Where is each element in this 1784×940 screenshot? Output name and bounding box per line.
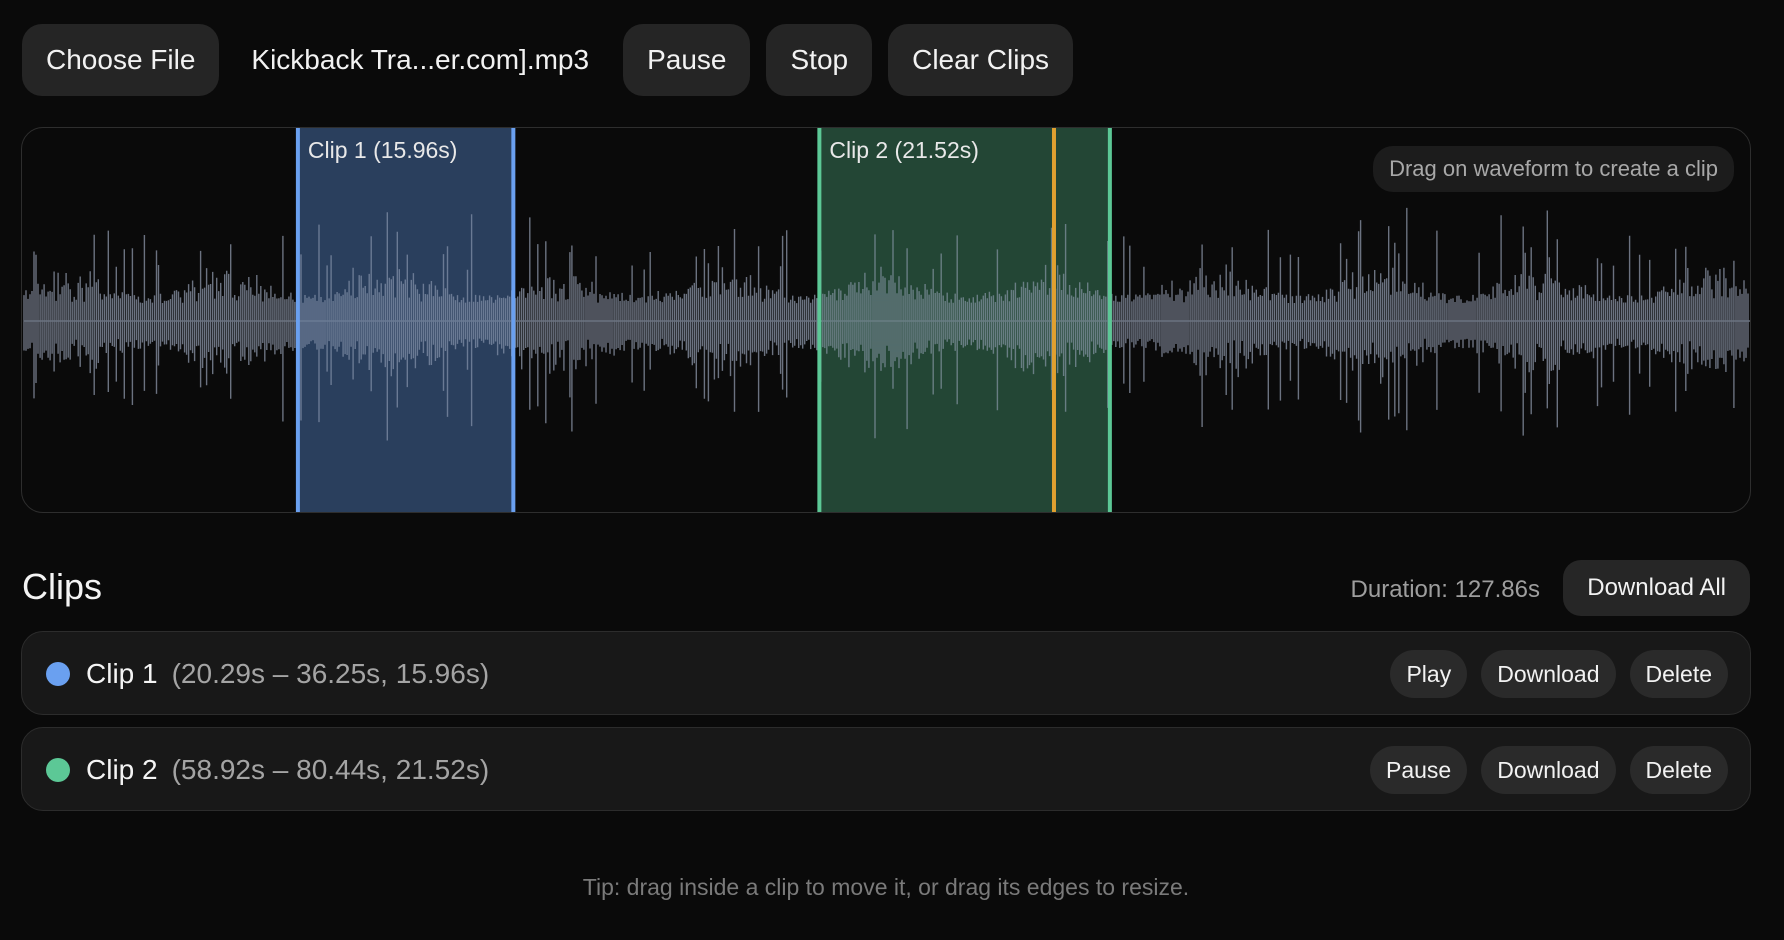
download-all-button[interactable]: Download All	[1563, 560, 1750, 616]
clip-delete-button[interactable]: Delete	[1629, 650, 1728, 698]
toolbar: Choose File Kickback Tra...er.com].mp3 P…	[22, 24, 1074, 96]
clip-name: Clip 1	[86, 658, 158, 689]
clips-title: Clips	[22, 566, 103, 607]
clips-header: Clips Duration: 127.86s Download All	[22, 560, 1750, 616]
clip-2-end-handle[interactable]	[1107, 128, 1112, 513]
clip-download-button[interactable]: Download	[1481, 746, 1616, 794]
file-name-label: Kickback Tra...er.com].mp3	[251, 44, 590, 75]
clip-label-2: Clip 2 (21.52s)	[829, 137, 979, 163]
clip-pause-button[interactable]: Pause	[1370, 746, 1468, 794]
clip-range: (58.92s – 80.44s, 21.52s)	[171, 754, 490, 785]
clip-play-button[interactable]: Play	[1390, 650, 1468, 698]
clip-color-dot	[46, 662, 70, 686]
clip-row-1: Clip 1 (20.29s – 36.25s, 15.96s) Play Dow…	[21, 631, 1751, 715]
clip-range: (20.29s – 36.25s, 15.96s)	[171, 658, 490, 689]
clip-1-end-handle[interactable]	[511, 128, 516, 513]
clip-1-start-handle[interactable]	[295, 128, 300, 513]
clip-name: Clip 2	[86, 754, 158, 785]
clip-tint-2	[819, 128, 1110, 512]
clear-clips-button[interactable]: Clear Clips	[888, 24, 1074, 96]
playhead[interactable]	[1051, 128, 1056, 513]
clip-delete-button[interactable]: Delete	[1629, 746, 1728, 794]
waveform-panel[interactable]: Clip 1 (15.96s) Clip 2 (21.52s) Drag on w…	[21, 127, 1751, 513]
clip-label-1: Clip 1 (15.96s)	[308, 137, 458, 163]
clip-row-2: Clip 2 (58.92s – 80.44s, 21.52s) Pause Do…	[21, 727, 1751, 811]
waveform-hint: Drag on waveform to create a clip	[1373, 146, 1734, 192]
tip-text: Tip: drag inside a clip to move it, or d…	[582, 874, 1190, 900]
duration-label: Duration: 127.86s	[1350, 576, 1540, 603]
stop-button[interactable]: Stop	[766, 24, 873, 96]
clip-color-dot	[46, 758, 70, 782]
clip-2-start-handle[interactable]	[817, 128, 822, 513]
pause-button[interactable]: Pause	[623, 24, 751, 96]
clip-tint-1	[297, 128, 514, 512]
choose-file-button[interactable]: Choose File	[22, 24, 220, 96]
clip-download-button[interactable]: Download	[1481, 650, 1616, 698]
